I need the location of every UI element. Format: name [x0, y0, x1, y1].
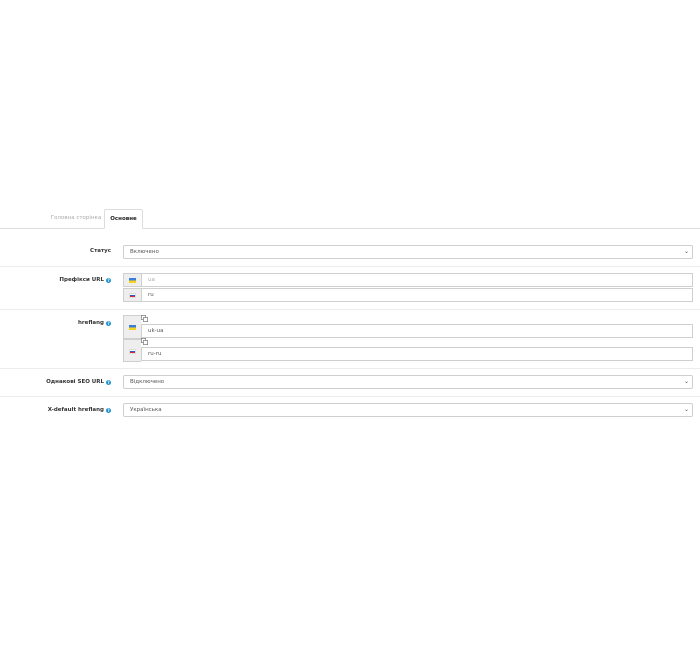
- copy-icon[interactable]: [141, 315, 148, 322]
- ua-flag-addon: [123, 273, 141, 287]
- url-prefixes-label-text: Префікси URL: [59, 277, 104, 283]
- ru-flag-addon: [123, 288, 141, 302]
- same-seo-url-label-text: Однакові SEO URL: [46, 379, 104, 385]
- ru-flag-icon: [129, 349, 136, 354]
- hreflang-label: hreflang ?: [78, 320, 111, 326]
- tab-home-page[interactable]: Головна сторінка: [47, 209, 105, 227]
- copy-icon[interactable]: [141, 338, 148, 345]
- ua-flag-icon: [129, 277, 136, 283]
- question-circle-icon[interactable]: ?: [106, 407, 111, 413]
- ru-flag-icon: [129, 292, 136, 298]
- prefix-input-group-ru: ru: [123, 288, 693, 302]
- status-row: Статус Включено ⌄: [0, 238, 700, 267]
- status-label-text: Статус: [90, 248, 111, 254]
- status-select-value: Включено: [130, 249, 159, 255]
- hreflang-label-text: hreflang: [78, 320, 104, 326]
- hreflang-input-ru[interactable]: ru-ru: [141, 347, 693, 361]
- hreflang-row: hreflang ? uk-ua ru-ru: [0, 310, 700, 369]
- same-seo-url-label: Однакові SEO URL ?: [46, 379, 111, 385]
- chevron-down-icon: ⌄: [683, 406, 689, 413]
- ua-flag-icon: [129, 325, 136, 330]
- question-circle-icon[interactable]: ?: [106, 320, 111, 326]
- url-prefixes-label: Префікси URL ?: [59, 277, 111, 283]
- x-default-hreflang-label: X-default hreflang ?: [48, 407, 111, 413]
- hreflang-input-ua[interactable]: uk-ua: [141, 324, 693, 338]
- same-seo-url-select-value: Відключено: [130, 379, 165, 385]
- status-select[interactable]: Включено ⌄: [123, 245, 693, 259]
- chevron-down-icon: ⌄: [683, 248, 689, 255]
- x-default-hreflang-row: X-default hreflang ? Українська ⌄: [0, 397, 700, 425]
- x-default-hreflang-select[interactable]: Українська ⌄: [123, 403, 693, 417]
- question-circle-icon[interactable]: ?: [106, 277, 111, 283]
- same-seo-url-select[interactable]: Відключено ⌄: [123, 375, 693, 389]
- chevron-down-icon: ⌄: [683, 378, 689, 385]
- status-label: Статус: [90, 248, 111, 254]
- prefix-input-ua[interactable]: ua: [141, 273, 693, 287]
- x-default-hreflang-label-text: X-default hreflang: [47, 407, 104, 413]
- question-circle-icon[interactable]: ?: [106, 379, 111, 385]
- tab-main[interactable]: Основне: [104, 209, 143, 229]
- prefix-input-ru[interactable]: ru: [141, 288, 693, 302]
- url-prefixes-row: Префікси URL ? ua ru: [0, 267, 700, 310]
- tab-bar: Головна сторінка Основне: [0, 209, 700, 229]
- same-seo-url-row: Однакові SEO URL ? Відключено ⌄: [0, 369, 700, 397]
- x-default-hreflang-select-value: Українська: [130, 407, 162, 413]
- prefix-input-group-ua: ua: [123, 273, 693, 287]
